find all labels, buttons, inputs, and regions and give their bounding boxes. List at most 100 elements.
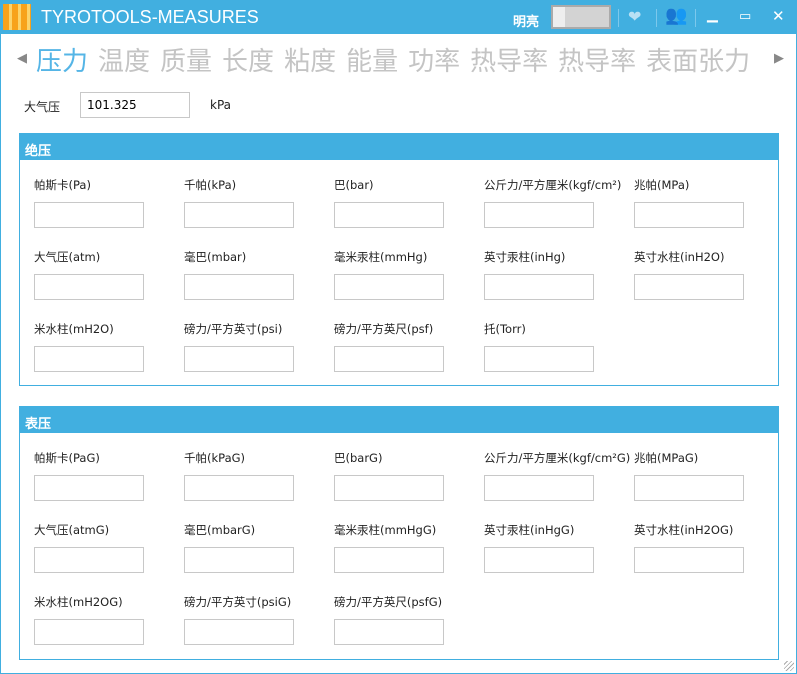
- unit-label: 英寸水柱(inH2OG): [634, 523, 734, 537]
- unit-input[interactable]: [484, 547, 594, 573]
- unit-field: 千帕(kPaG): [184, 450, 334, 501]
- tab-list: 压力 温度 质量 长度 粘度 能量 功率 热导率 热导率 表面张力: [36, 41, 771, 78]
- unit-field: 英寸汞柱(inHgG): [484, 522, 634, 573]
- unit-label: 毫巴(mbarG): [184, 523, 256, 537]
- theme-label: 明亮: [513, 15, 540, 30]
- unit-input[interactable]: [634, 274, 744, 300]
- unit-label: 英寸汞柱(inHgG): [484, 523, 575, 537]
- unit-input[interactable]: [334, 619, 444, 645]
- unit-input[interactable]: [334, 346, 444, 372]
- unit-label: 磅力/平方英寸(psiG): [184, 595, 292, 609]
- unit-input[interactable]: [184, 547, 294, 573]
- unit-field: 托(Torr): [484, 321, 634, 372]
- unit-label: 米水柱(mH2O): [34, 322, 114, 336]
- unit-field: 帕斯卡(PaG): [34, 450, 184, 501]
- tab-6[interactable]: 功率: [408, 41, 460, 78]
- users-icon[interactable]: 👥: [665, 5, 687, 26]
- unit-input[interactable]: [484, 274, 594, 300]
- tab-3[interactable]: 长度: [222, 41, 274, 78]
- unit-field: 兆帕(MPaG): [634, 450, 784, 501]
- unit-field: 公斤力/平方厘米(kgf/cm²G): [484, 450, 634, 501]
- tab-8[interactable]: 热导率: [558, 41, 636, 78]
- unit-field: 磅力/平方英寸(psi): [184, 321, 334, 372]
- unit-field: 公斤力/平方厘米(kgf/cm²): [484, 177, 634, 228]
- unit-input[interactable]: [34, 475, 144, 501]
- resize-grip[interactable]: [784, 661, 794, 671]
- unit-input[interactable]: [484, 202, 594, 228]
- unit-field: 帕斯卡(Pa): [34, 177, 184, 228]
- unit-field: 米水柱(mH2O): [34, 321, 184, 372]
- unit-field: 米水柱(mH2OG): [34, 594, 184, 645]
- app-title: TYROTOOLS-MEASURES: [41, 7, 259, 27]
- unit-label: 千帕(kPa): [184, 178, 237, 192]
- unit-field: 大气压(atmG): [34, 522, 184, 573]
- unit-input[interactable]: [34, 619, 144, 645]
- unit-input[interactable]: [184, 619, 294, 645]
- scroll-left-icon[interactable]: ◀: [17, 51, 27, 66]
- tab-5[interactable]: 能量: [346, 41, 398, 78]
- maximize-icon[interactable]: ▭: [739, 9, 751, 24]
- unit-input[interactable]: [34, 274, 144, 300]
- unit-label: 磅力/平方英尺(psf): [334, 322, 434, 336]
- unit-input[interactable]: [184, 274, 294, 300]
- unit-input[interactable]: [634, 202, 744, 228]
- unit-input[interactable]: [334, 547, 444, 573]
- unit-field: 巴(bar): [334, 177, 484, 228]
- scroll-right-icon[interactable]: ▶: [774, 51, 784, 66]
- unit-input[interactable]: [334, 475, 444, 501]
- unit-input[interactable]: [484, 475, 594, 501]
- unit-label: 公斤力/平方厘米(kgf/cm²G): [484, 451, 631, 465]
- theme-toggle[interactable]: [551, 5, 611, 29]
- category-tabs: ◀ 压力 温度 质量 长度 粘度 能量 功率 热导率 热导率 表面张力 ▶: [1, 41, 797, 79]
- unit-input[interactable]: [184, 475, 294, 501]
- unit-field: 磅力/平方英尺(psf): [334, 321, 484, 372]
- unit-field: 磅力/平方英寸(psiG): [184, 594, 334, 645]
- tab-2[interactable]: 质量: [160, 41, 212, 78]
- unit-field: 大气压(atm): [34, 249, 184, 300]
- tab-9[interactable]: 表面张力: [646, 41, 750, 78]
- unit-label: 磅力/平方英寸(psi): [184, 322, 283, 336]
- unit-label: 毫米汞柱(mmHg): [334, 250, 428, 264]
- unit-field: 英寸汞柱(inHg): [484, 249, 634, 300]
- unit-field: 巴(barG): [334, 450, 484, 501]
- divider: [618, 9, 619, 27]
- atmosphere-label: 大气压: [24, 100, 61, 114]
- unit-input[interactable]: [184, 202, 294, 228]
- unit-field: 英寸水柱(inH2OG): [634, 522, 784, 573]
- unit-label: 大气压(atm): [34, 250, 101, 264]
- unit-label: 毫米汞柱(mmHgG): [334, 523, 437, 537]
- toggle-knob[interactable]: [553, 7, 565, 27]
- unit-field: 毫米汞柱(mmHg): [334, 249, 484, 300]
- unit-label: 大气压(atmG): [34, 523, 110, 537]
- unit-label: 巴(barG): [334, 451, 383, 465]
- tab-0[interactable]: 压力: [36, 41, 88, 78]
- gauge-pressure-group: 表压 帕斯卡(PaG) 千帕(kPaG) 巴(barG) 公斤力/平方厘米(kgf/c…: [19, 406, 779, 660]
- unit-input[interactable]: [634, 475, 744, 501]
- donate-heart-icon[interactable]: ❤: [628, 7, 641, 26]
- unit-input[interactable]: [34, 202, 144, 228]
- tab-4[interactable]: 粘度: [284, 41, 336, 78]
- unit-label: 巴(bar): [334, 178, 374, 192]
- unit-label: 兆帕(MPa): [634, 178, 690, 192]
- unit-input[interactable]: [34, 547, 144, 573]
- absolute-pressure-group: 绝压 帕斯卡(Pa) 千帕(kPa) 巴(bar) 公斤力/平方厘米(kgf/cm²)…: [19, 133, 779, 386]
- close-icon[interactable]: ✕: [772, 7, 785, 25]
- tab-1[interactable]: 温度: [98, 41, 150, 78]
- group-title: 绝压: [20, 134, 778, 160]
- minimize-icon[interactable]: ▁: [707, 7, 718, 23]
- unit-label: 千帕(kPaG): [184, 451, 246, 465]
- unit-input[interactable]: [34, 346, 144, 372]
- unit-field: 兆帕(MPa): [634, 177, 784, 228]
- unit-field: 毫米汞柱(mmHgG): [334, 522, 484, 573]
- unit-input[interactable]: [334, 274, 444, 300]
- unit-input[interactable]: [484, 346, 594, 372]
- unit-input[interactable]: [334, 202, 444, 228]
- tab-7[interactable]: 热导率: [470, 41, 548, 78]
- atmosphere-input[interactable]: [80, 92, 190, 118]
- unit-input[interactable]: [634, 547, 744, 573]
- divider: [656, 9, 657, 27]
- unit-label: 帕斯卡(PaG): [34, 451, 100, 465]
- unit-input[interactable]: [184, 346, 294, 372]
- unit-field: 毫巴(mbar): [184, 249, 334, 300]
- divider: [695, 9, 696, 27]
